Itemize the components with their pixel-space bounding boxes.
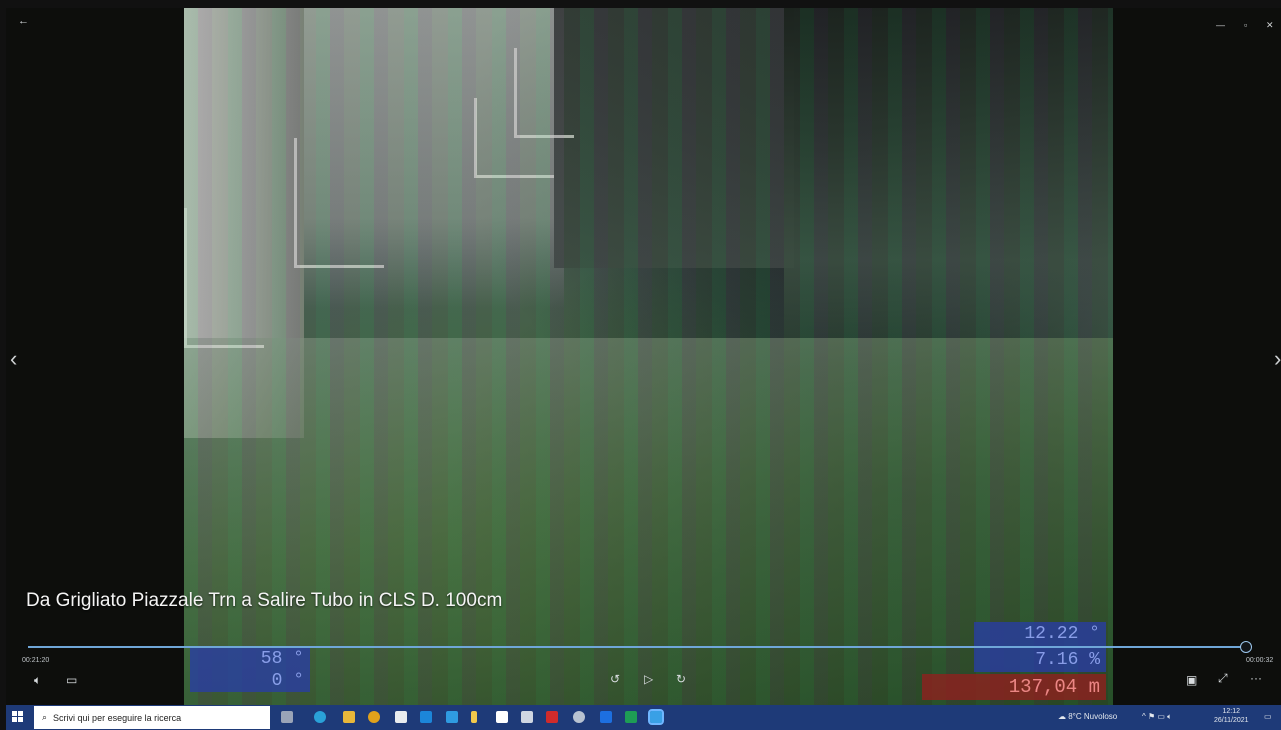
video-caption: Da Grigliato Piazzale Trn a Salire Tubo …	[26, 590, 503, 611]
calculator-icon[interactable]	[521, 711, 533, 723]
volume-icon[interactable]: 🔈︎	[34, 674, 41, 686]
seek-bar[interactable]	[28, 646, 1246, 648]
weather-widget[interactable]: ☁ 8°C Nuvoloso	[1058, 712, 1117, 721]
power-app-icon[interactable]	[471, 711, 477, 723]
cad-app-icon[interactable]	[573, 711, 585, 723]
acrobat-icon[interactable]	[546, 711, 558, 723]
chrome-icon[interactable]	[368, 711, 380, 723]
mini-view-icon[interactable]: ▣	[1186, 674, 1197, 686]
more-options-icon[interactable]: ···	[1250, 672, 1262, 684]
system-tray-icons[interactable]: ^ ⚑ ▭ 🔈︎	[1142, 712, 1172, 722]
subtitles-icon[interactable]: ▭	[66, 674, 77, 686]
excel-icon[interactable]	[625, 711, 637, 723]
weather-text: 8°C Nuvoloso	[1068, 712, 1118, 721]
file-explorer-icon[interactable]	[343, 711, 355, 723]
next-arrow-icon[interactable]: ›	[1274, 346, 1281, 372]
readout-right-bottom: 137,04 m	[922, 674, 1106, 700]
clock[interactable]: 12:12 26/11/2021	[1214, 707, 1249, 725]
skip-back-icon[interactable]: ↺	[610, 673, 620, 685]
maximize-icon[interactable]: ▫	[1244, 20, 1247, 30]
readout-right-mid: 7.16 %	[974, 648, 1106, 672]
taskbar: ⌕ Scrivi qui per eseguire la ricerca ☁ 8…	[6, 705, 1281, 730]
photos-icon[interactable]	[446, 711, 458, 723]
search-icon: ⌕	[42, 712, 48, 722]
time-total: 00:00:32	[1246, 657, 1274, 664]
word-icon[interactable]	[600, 711, 612, 723]
edge-icon[interactable]	[314, 711, 326, 723]
play-icon[interactable]: ▷	[644, 673, 653, 685]
store-icon[interactable]	[395, 711, 407, 723]
taskbar-search[interactable]: ⌕ Scrivi qui per eseguire la ricerca	[34, 706, 270, 729]
skip-forward-icon[interactable]: ↻	[676, 673, 686, 685]
windows-start-icon[interactable]	[12, 711, 24, 723]
previous-arrow-icon[interactable]: ‹	[10, 346, 17, 372]
readout-left-bottom: 0 °	[190, 670, 310, 692]
minimize-icon[interactable]: —	[1216, 20, 1225, 30]
movies-tv-icon[interactable]	[648, 709, 664, 725]
document-icon[interactable]	[496, 711, 508, 723]
mail-icon[interactable]	[420, 711, 432, 723]
search-placeholder: Scrivi qui per eseguire la ricerca	[53, 712, 182, 723]
time-current: 00:21:20	[22, 657, 50, 664]
fullscreen-icon[interactable]: ⤢	[1218, 672, 1228, 684]
media-player-window: Da Grigliato Piazzale Trn a Salire Tubo …	[6, 8, 1281, 705]
clock-date: 26/11/2021	[1214, 717, 1249, 724]
clock-time: 12:12	[1222, 708, 1241, 715]
close-icon[interactable]: ✕	[1266, 20, 1274, 31]
readout-right-top: 12.22 °	[974, 622, 1106, 646]
readout-left-top: 58 °	[190, 648, 310, 670]
seek-thumb[interactable]	[1240, 641, 1252, 653]
back-arrow-icon[interactable]: ←	[18, 16, 29, 27]
right-letterbox	[1113, 8, 1281, 705]
notifications-icon[interactable]: ▭	[1264, 712, 1272, 721]
task-view-icon[interactable]	[281, 711, 293, 723]
